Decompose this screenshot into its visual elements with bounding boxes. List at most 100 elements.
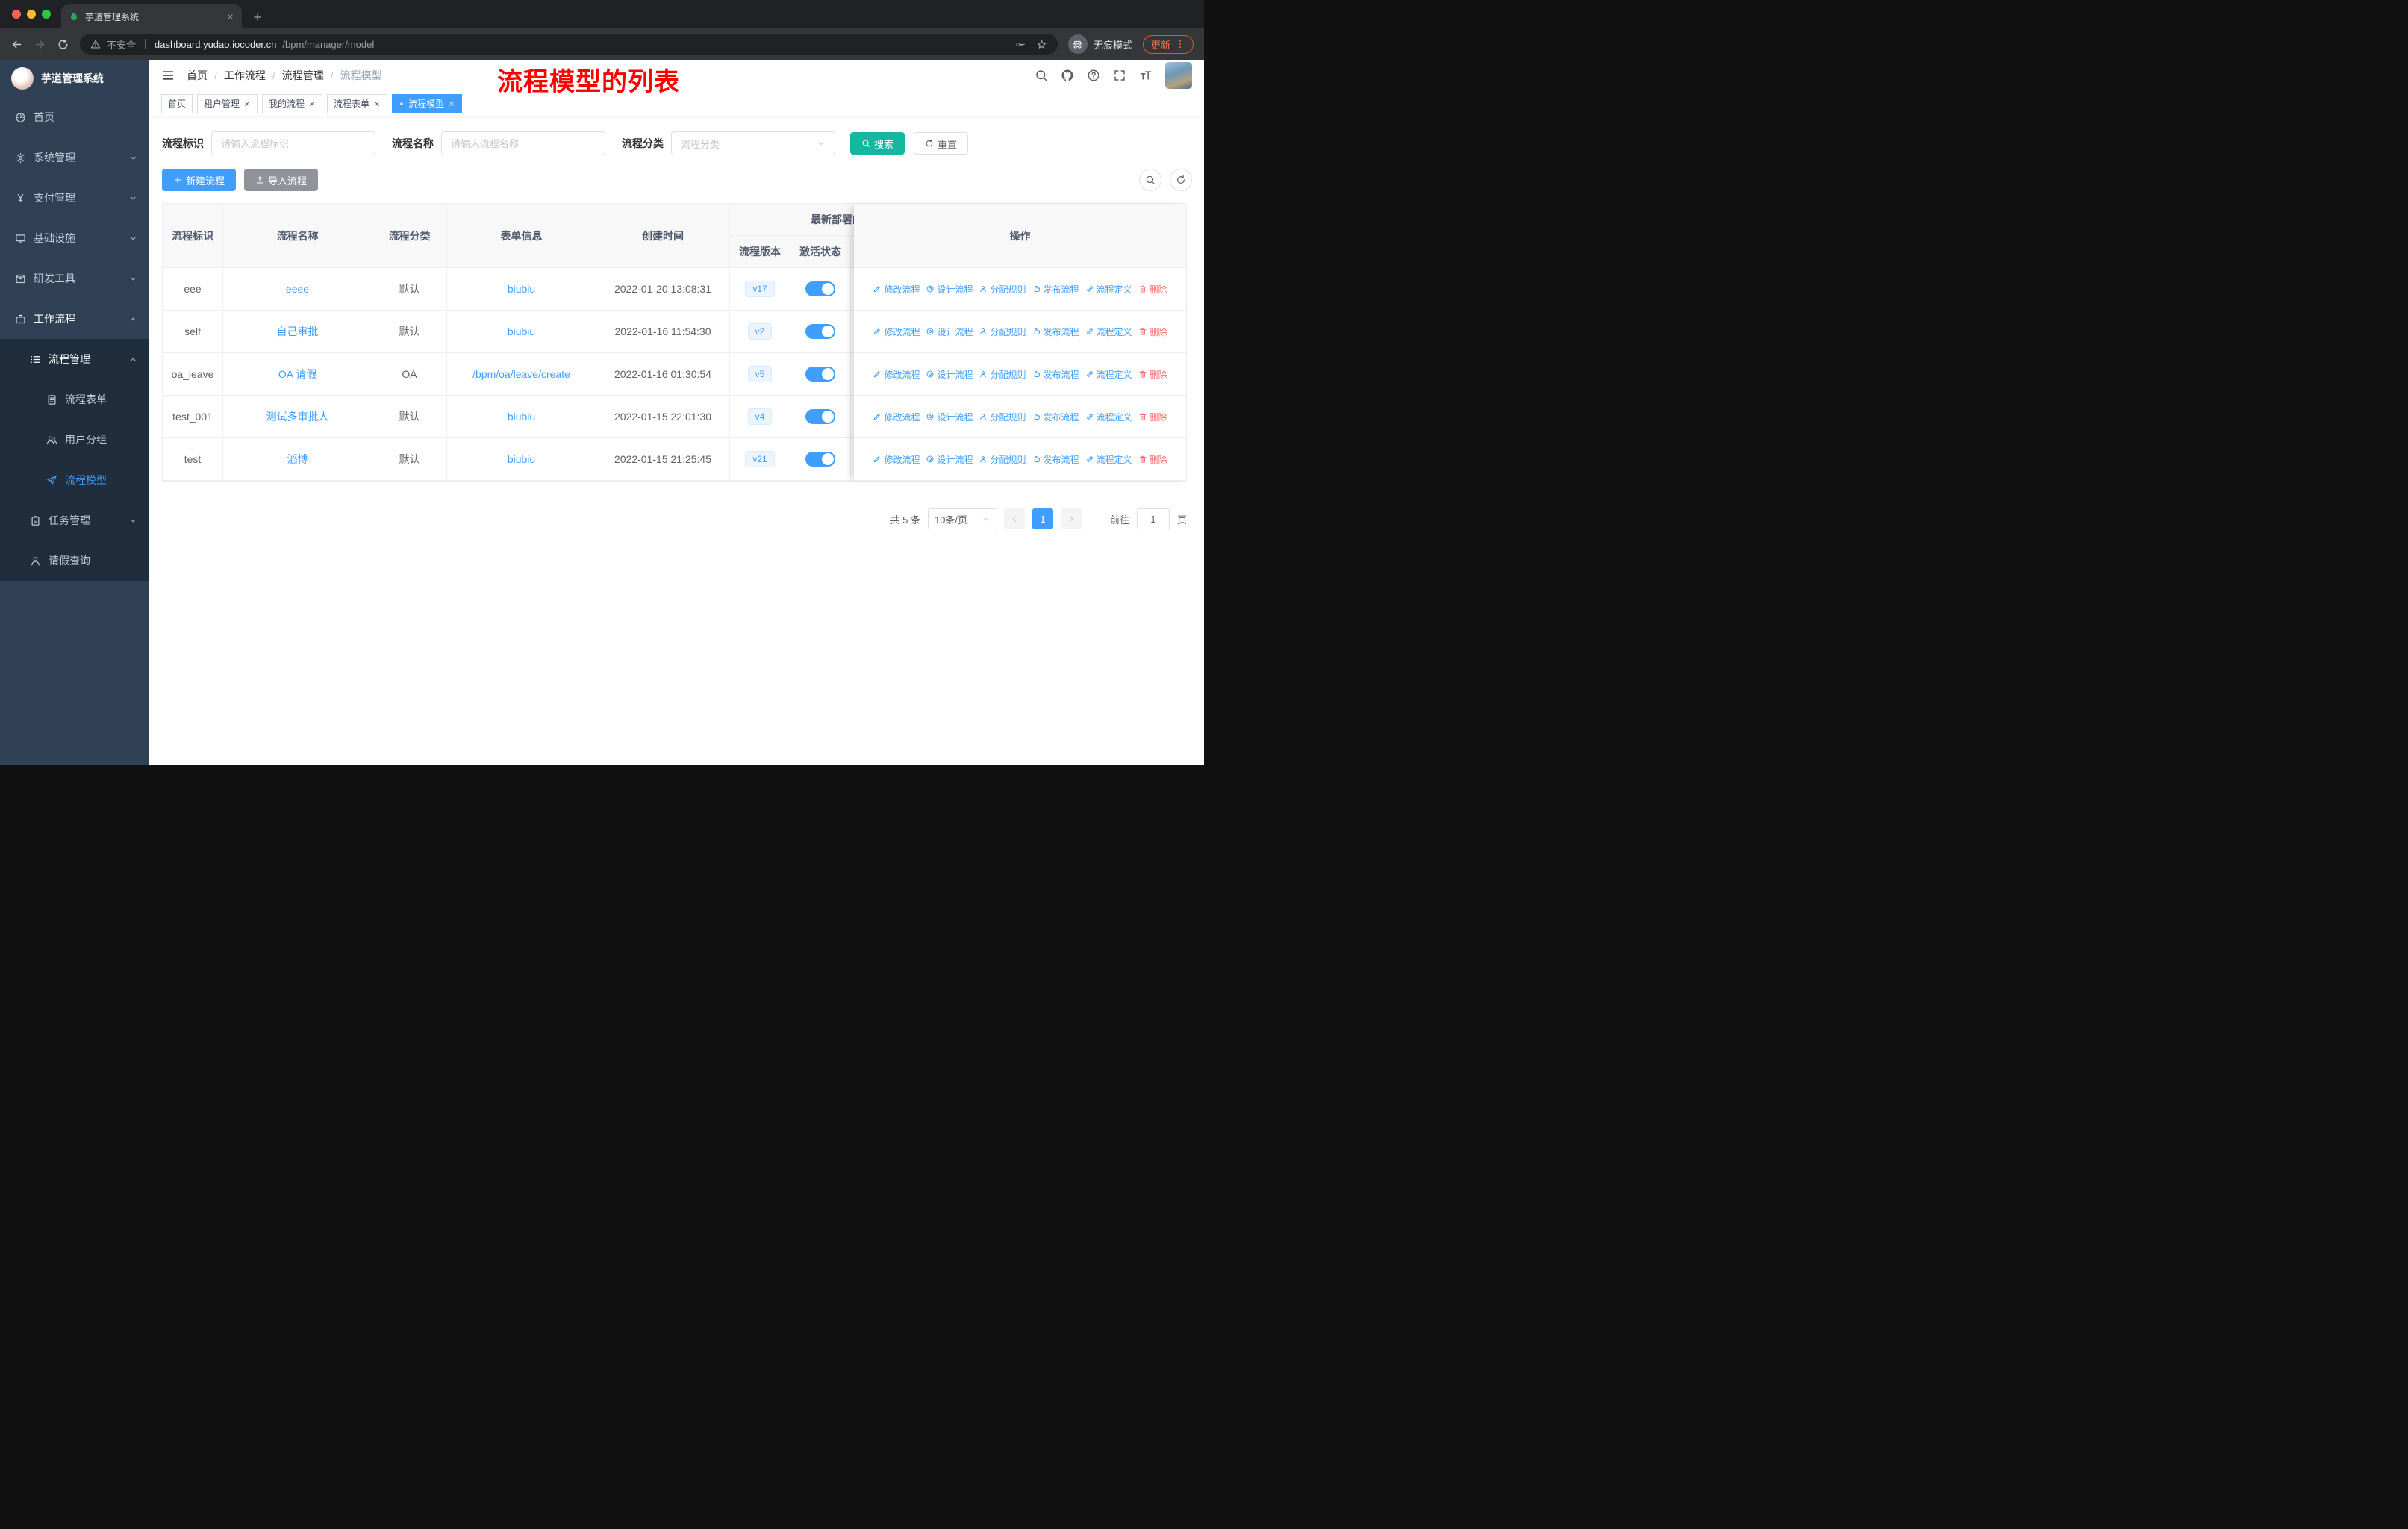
process-definition-link[interactable]: 流程定义 — [1085, 283, 1132, 296]
delete-link[interactable]: 删除 — [1138, 326, 1167, 338]
hamburger-icon[interactable] — [161, 69, 175, 82]
modify-process-link[interactable]: 修改流程 — [873, 283, 920, 296]
active-toggle[interactable] — [805, 367, 835, 382]
version-badge[interactable]: v21 — [745, 450, 775, 468]
process-definition-link[interactable]: 流程定义 — [1085, 368, 1132, 381]
assign-rule-link[interactable]: 分配规则 — [979, 453, 1026, 466]
process-definition-link[interactable]: 流程定义 — [1085, 411, 1132, 423]
toggle-search-button[interactable] — [1139, 169, 1161, 191]
new-tab-button[interactable] — [252, 12, 263, 22]
publish-process-link[interactable]: 发布流程 — [1032, 411, 1079, 423]
delete-link[interactable]: 删除 — [1138, 368, 1167, 381]
back-button[interactable] — [10, 38, 23, 51]
search-icon[interactable] — [1035, 69, 1048, 82]
modify-process-link[interactable]: 修改流程 — [873, 368, 920, 381]
active-toggle[interactable] — [805, 281, 835, 296]
sidebar-item-home[interactable]: 首页 — [0, 97, 149, 137]
design-process-link[interactable]: 设计流程 — [926, 368, 973, 381]
breadcrumb-home[interactable]: 首页 — [187, 68, 208, 83]
sidebar-item-infrastructure[interactable]: 基础设施 — [0, 218, 149, 258]
tag-my-process[interactable]: 我的流程 — [262, 93, 323, 113]
close-icon[interactable] — [243, 100, 251, 108]
form-info-link[interactable]: biubiu — [508, 326, 535, 337]
sidebar-item-user-group[interactable]: 用户分组 — [0, 420, 149, 460]
tag-home[interactable]: 首页 — [161, 93, 193, 113]
fullscreen-icon[interactable] — [1113, 69, 1126, 82]
close-tab-icon[interactable] — [226, 13, 234, 21]
close-icon[interactable] — [373, 100, 381, 108]
page-size-select[interactable]: 10条/页 — [927, 508, 996, 529]
form-info-link[interactable]: biubiu — [508, 411, 535, 423]
process-name-link[interactable]: eeee — [286, 283, 309, 295]
sidebar-logo[interactable]: 芋道管理系统 — [0, 60, 149, 97]
browser-menu-icon[interactable] — [1175, 39, 1185, 49]
font-size-icon[interactable] — [1139, 69, 1152, 82]
import-process-button[interactable]: 导入流程 — [244, 169, 319, 191]
maximize-window-button[interactable] — [42, 10, 51, 19]
sidebar-item-leave-query[interactable]: 请假查询 — [0, 541, 149, 581]
create-process-button[interactable]: 新建流程 — [162, 169, 237, 191]
sidebar-item-system-management[interactable]: 系统管理 — [0, 137, 149, 178]
tag-process-form[interactable]: 流程表单 — [327, 93, 388, 113]
sidebar-item-payment-management[interactable]: 支付管理 — [0, 178, 149, 218]
minimize-window-button[interactable] — [27, 10, 36, 19]
active-toggle[interactable] — [805, 409, 835, 424]
delete-link[interactable]: 删除 — [1138, 453, 1167, 466]
version-badge[interactable]: v5 — [747, 365, 773, 383]
process-id-input[interactable] — [211, 131, 375, 155]
process-definition-link[interactable]: 流程定义 — [1085, 453, 1132, 466]
publish-process-link[interactable]: 发布流程 — [1032, 453, 1079, 466]
delete-link[interactable]: 删除 — [1138, 283, 1167, 296]
publish-process-link[interactable]: 发布流程 — [1032, 283, 1079, 296]
sidebar-item-task-management[interactable]: 任务管理 — [0, 500, 149, 541]
process-name-input[interactable] — [441, 131, 605, 155]
tag-tenant-management[interactable]: 租户管理 — [197, 93, 258, 113]
publish-process-link[interactable]: 发布流程 — [1032, 368, 1079, 381]
design-process-link[interactable]: 设计流程 — [926, 326, 973, 338]
design-process-link[interactable]: 设计流程 — [926, 283, 973, 296]
user-avatar[interactable] — [1165, 62, 1192, 89]
prev-page-button[interactable] — [1003, 508, 1025, 529]
forward-button[interactable] — [34, 38, 46, 51]
assign-rule-link[interactable]: 分配规则 — [979, 368, 1026, 381]
process-name-link[interactable]: 测试多审批人 — [266, 409, 329, 424]
assign-rule-link[interactable]: 分配规则 — [979, 283, 1026, 296]
help-icon[interactable] — [1087, 69, 1100, 82]
process-name-link[interactable]: 滔博 — [287, 452, 308, 467]
browser-update-button[interactable]: 更新 — [1142, 34, 1194, 54]
form-info-link[interactable]: biubiu — [508, 453, 535, 465]
category-select[interactable]: 流程分类 — [671, 131, 835, 155]
sidebar-item-workflow[interactable]: 工作流程 — [0, 299, 149, 339]
github-icon[interactable] — [1061, 69, 1074, 82]
process-name-link[interactable]: OA 请假 — [278, 367, 316, 382]
page-1-button[interactable]: 1 — [1032, 508, 1053, 529]
delete-link[interactable]: 删除 — [1138, 411, 1167, 423]
assign-rule-link[interactable]: 分配规则 — [979, 411, 1026, 423]
goto-page-input[interactable] — [1136, 508, 1170, 529]
modify-process-link[interactable]: 修改流程 — [873, 411, 920, 423]
close-icon[interactable] — [308, 100, 316, 108]
address-bar[interactable]: 不安全 dashboard.yudao.iocoder.cn /bpm/mana… — [80, 34, 1058, 55]
version-badge[interactable]: v2 — [747, 323, 773, 340]
form-info-link[interactable]: /bpm/oa/leave/create — [472, 368, 570, 380]
reset-button[interactable]: 重置 — [914, 132, 969, 155]
process-definition-link[interactable]: 流程定义 — [1085, 326, 1132, 338]
tag-process-model[interactable]: 流程模型 — [392, 93, 463, 113]
refresh-table-button[interactable] — [1170, 169, 1192, 191]
assign-rule-link[interactable]: 分配规则 — [979, 326, 1026, 338]
form-info-link[interactable]: biubiu — [508, 283, 535, 295]
process-name-link[interactable]: 自己审批 — [277, 324, 319, 339]
bookmark-star-icon[interactable] — [1036, 39, 1047, 50]
sidebar-item-dev-tools[interactable]: 研发工具 — [0, 258, 149, 299]
password-key-icon[interactable] — [1014, 39, 1026, 50]
reload-button[interactable] — [57, 38, 69, 51]
design-process-link[interactable]: 设计流程 — [926, 453, 973, 466]
publish-process-link[interactable]: 发布流程 — [1032, 326, 1079, 338]
browser-tab[interactable]: 芋道管理系统 — [61, 4, 242, 28]
active-toggle[interactable] — [805, 452, 835, 467]
design-process-link[interactable]: 设计流程 — [926, 411, 973, 423]
version-badge[interactable]: v17 — [745, 280, 775, 298]
breadcrumb-workflow[interactable]: 工作流程 — [224, 68, 266, 83]
search-button[interactable]: 搜索 — [850, 132, 905, 155]
version-badge[interactable]: v4 — [747, 408, 773, 426]
